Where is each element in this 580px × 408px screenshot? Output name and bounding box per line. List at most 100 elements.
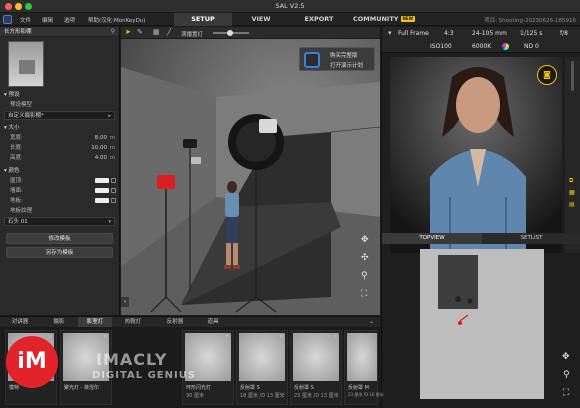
wall-color-row: 墙面: <box>0 186 119 196</box>
white-balance-select[interactable]: 6000K <box>472 43 491 50</box>
aspect-select[interactable]: 4:3 <box>444 30 454 37</box>
fit-view-icon[interactable]: ⛶ <box>563 388 569 398</box>
3d-viewport[interactable]: ➤ ✎ ▦ ╱ 滴播置灯 购买完整版 打开演示计划 ✥ ✣ ⚲ ⛶ « <box>121 27 380 315</box>
shelf-item-spec: 23 厘米 /D 16 厘米 <box>348 392 384 397</box>
lens-select[interactable]: 24-105 mm <box>472 30 507 37</box>
shutter-select[interactable]: 1/125 s <box>520 30 542 37</box>
pen-tool-icon[interactable]: ✎ <box>137 28 143 36</box>
zoom-icon[interactable]: ⚲ <box>361 271 368 281</box>
star-icon[interactable]: ★ <box>48 333 53 340</box>
section-presets[interactable]: ▾ 预设 <box>0 91 119 100</box>
grid-overlay-icon[interactable]: ▦ <box>569 189 575 196</box>
iso-select[interactable]: ISO100 <box>430 43 452 50</box>
save-as-template-button[interactable]: 另存为模板 <box>6 247 113 258</box>
preset-select[interactable]: 自定义摄影棚* ▸ <box>4 111 115 120</box>
zoom-icon[interactable]: ⚲ <box>563 370 570 380</box>
texture-select[interactable]: 石头 01 ▾ <box>4 217 115 226</box>
tab-setup[interactable]: SETUP <box>174 13 232 26</box>
star-icon[interactable]: ★ <box>225 333 230 340</box>
model-head <box>227 181 237 193</box>
tab-view[interactable]: VIEW <box>232 13 290 26</box>
menu-file[interactable]: 文件 <box>20 16 31 24</box>
menu-edit[interactable]: 编辑 <box>42 16 53 24</box>
overlay-icon[interactable]: ⧉ <box>569 177 573 185</box>
render-camera-button[interactable]: ◙ <box>537 65 557 85</box>
star-icon[interactable]: ★ <box>279 333 284 340</box>
width-input[interactable]: 8.00 <box>95 133 107 143</box>
height-input[interactable]: 4.00 <box>95 153 107 163</box>
grid-icon[interactable]: ▦ <box>153 28 160 36</box>
section-size[interactable]: ▾ 大小 <box>0 124 119 133</box>
shelf-item[interactable]: ★ 环形闪光灯 30 厘米 <box>182 330 234 405</box>
app-icon <box>3 15 12 24</box>
wall-color-swatch[interactable] <box>95 188 109 193</box>
star-icon[interactable]: ★ <box>103 333 108 340</box>
shelf-item[interactable]: ★ 反射罩 S 23 厘米 /D 13 厘米 <box>290 330 342 405</box>
scroll-indicator[interactable] <box>571 61 574 91</box>
menu-help[interactable]: 帮助(汉化:MonKeyDu) <box>88 16 145 24</box>
imacly-watermark-logo: iM <box>6 336 58 388</box>
camera-render-view[interactable]: ◙ <box>390 57 562 253</box>
fit-view-icon[interactable]: ⛶ <box>361 289 367 299</box>
shelf-item-name: 反射罩 S <box>240 385 260 391</box>
panel-title: 长方形影棚 <box>0 27 119 37</box>
studio-thumbnail[interactable] <box>8 41 44 87</box>
wall-color-picker-icon[interactable] <box>111 188 116 193</box>
floor-color-picker-icon[interactable] <box>111 198 116 203</box>
render-side-toolbar: ⧉ ▦ ▤ <box>565 57 580 253</box>
camera-menu-icon[interactable]: ▾ <box>388 29 392 37</box>
lighting-slider-handle[interactable] <box>227 30 233 36</box>
shelf-item-spec: 30 厘米 <box>186 393 204 399</box>
new-badge: NEW <box>400 16 415 22</box>
color-wheel-icon[interactable] <box>502 43 509 50</box>
buy-full-version-item[interactable]: 购买完整版 <box>330 51 358 59</box>
chevron-down-icon[interactable]: ⌄ <box>369 318 374 325</box>
pin-icon[interactable]: ⚲ <box>111 28 115 35</box>
menu-bar: 文件 编辑 选项 帮助(汉化:MonKeyDu) SETUP VIEW EXPO… <box>0 13 580 26</box>
histogram-icon[interactable]: ▤ <box>569 201 575 208</box>
camera-settings-row: ▾ Full Frame 4:3 24-105 mm 1/125 s f/8 <box>382 27 580 40</box>
section-colors[interactable]: ▾ 颜色 <box>0 167 119 176</box>
top-view-map[interactable] <box>420 249 544 399</box>
star-icon[interactable]: ★ <box>333 333 338 340</box>
rendered-photo <box>390 57 562 253</box>
red-light-marker <box>458 321 462 325</box>
pan-icon[interactable]: ✣ <box>361 253 369 263</box>
menu-options[interactable]: 选项 <box>64 16 75 24</box>
nd-filter-select[interactable]: ND 0 <box>524 43 539 50</box>
floor-color-swatch[interactable] <box>95 198 109 203</box>
collapse-panel-icon[interactable]: « <box>121 297 129 307</box>
sensor-select[interactable]: Full Frame <box>398 30 429 37</box>
studio-panel: 长方形影棚 ⚲ ▾ 预设 预设模型 自定义摄影棚* ▸ ▾ 大小 宽度: 8.00 m… <box>0 27 120 315</box>
window-title: SAL V2.5 <box>275 2 305 10</box>
edit-template-button[interactable]: 修改模板 <box>6 233 113 244</box>
length-input[interactable]: 10.00 <box>91 143 107 153</box>
shelf-item[interactable]: ★ 反射罩 S 18 厘米 /D 13 厘米 <box>236 330 288 405</box>
view-tabs: TOPVIEW SETLIST <box>382 233 580 244</box>
tab-topview[interactable]: TOPVIEW <box>382 233 482 244</box>
white-strobe-head <box>259 119 277 133</box>
open-demo-plan-item[interactable]: 打开演示计划 <box>330 61 363 69</box>
project-name: 项目: Shooting-20230626-185916 <box>484 18 576 24</box>
imacly-watermark-sub: DIGITAL GENIUS <box>92 370 197 381</box>
shelf-item-name: 模特 <box>9 385 20 391</box>
shelf-thumbnail <box>293 333 339 381</box>
select-tool-icon[interactable]: ➤ <box>125 28 131 36</box>
tab-export[interactable]: EXPORT <box>290 13 348 26</box>
move-icon[interactable]: ✥ <box>562 352 570 362</box>
red-light-head <box>157 175 175 189</box>
aperture-select[interactable]: f/8 <box>560 30 568 37</box>
shelf-item[interactable]: 反射罩 M 23 厘米 /D 16 厘米 <box>344 330 384 405</box>
title-bar: SAL V2.5 <box>0 0 580 13</box>
ceiling-color-picker-icon[interactable] <box>111 178 116 183</box>
tab-community[interactable]: COMMUNITY NEW <box>348 13 420 26</box>
ceiling-color-swatch[interactable] <box>95 178 109 183</box>
shelf-thumbnail <box>347 333 377 381</box>
purchase-logo-icon <box>304 52 320 68</box>
shelf-item-name: 反射罩 M <box>348 385 369 391</box>
tab-setlist[interactable]: SETLIST <box>482 233 580 244</box>
viewport-toolbar: ➤ ✎ ▦ ╱ 滴播置灯 <box>121 27 380 39</box>
move-icon[interactable]: ✥ <box>361 235 369 245</box>
shelf-item-name: 聚光灯 - 菲涅尔 <box>64 385 99 391</box>
line-tool-icon[interactable]: ╱ <box>167 28 171 36</box>
